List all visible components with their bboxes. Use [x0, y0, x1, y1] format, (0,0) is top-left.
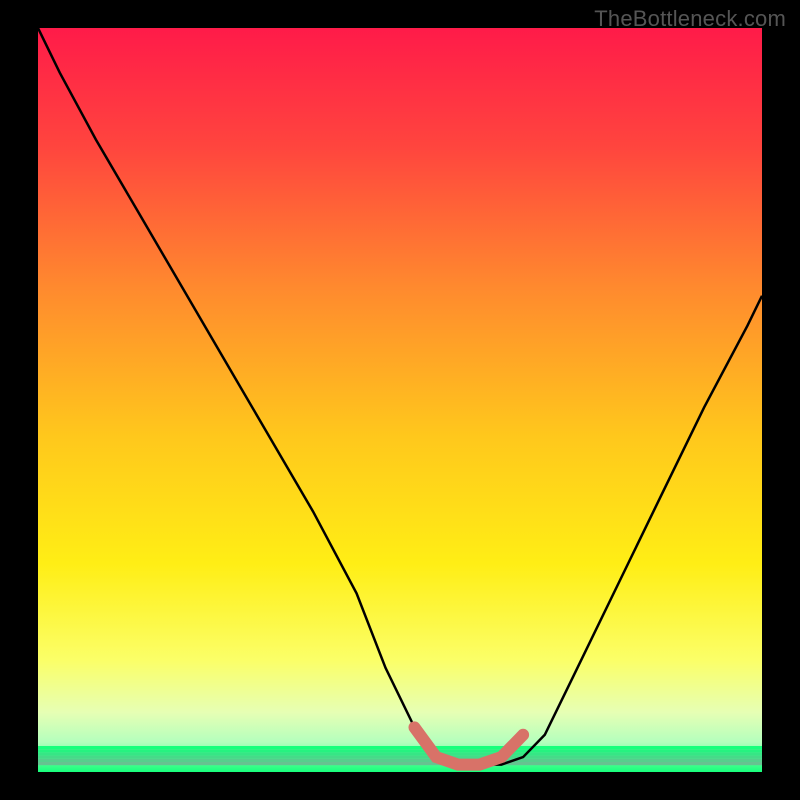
- watermark-text: TheBottleneck.com: [594, 6, 786, 32]
- chart-background: [38, 28, 762, 772]
- green-band: [38, 756, 762, 759]
- green-band: [38, 752, 762, 755]
- green-band: [38, 759, 762, 762]
- green-band: [38, 749, 762, 752]
- green-band: [38, 762, 762, 765]
- chart-svg: [38, 28, 762, 772]
- green-stripe-group: [38, 746, 762, 765]
- green-band: [38, 746, 762, 749]
- chart-plot-area: [38, 28, 762, 772]
